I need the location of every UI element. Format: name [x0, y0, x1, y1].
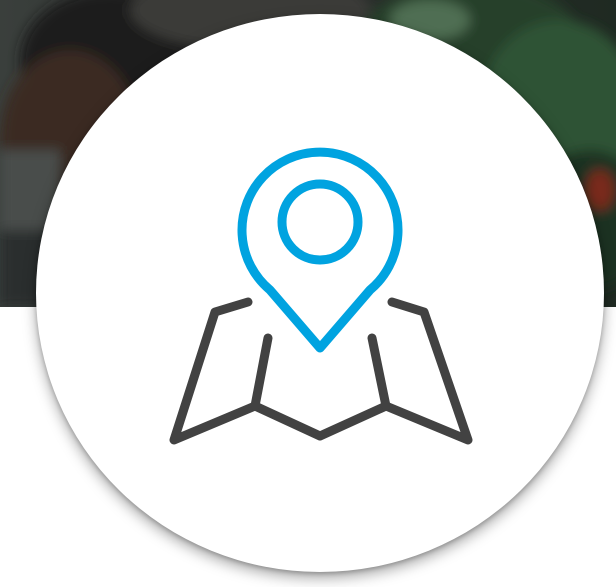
folded-map-icon	[169, 297, 473, 445]
feature-tile	[0, 0, 616, 587]
location-pin-icon	[237, 147, 403, 353]
map-with-location-pin-icon	[169, 147, 473, 445]
